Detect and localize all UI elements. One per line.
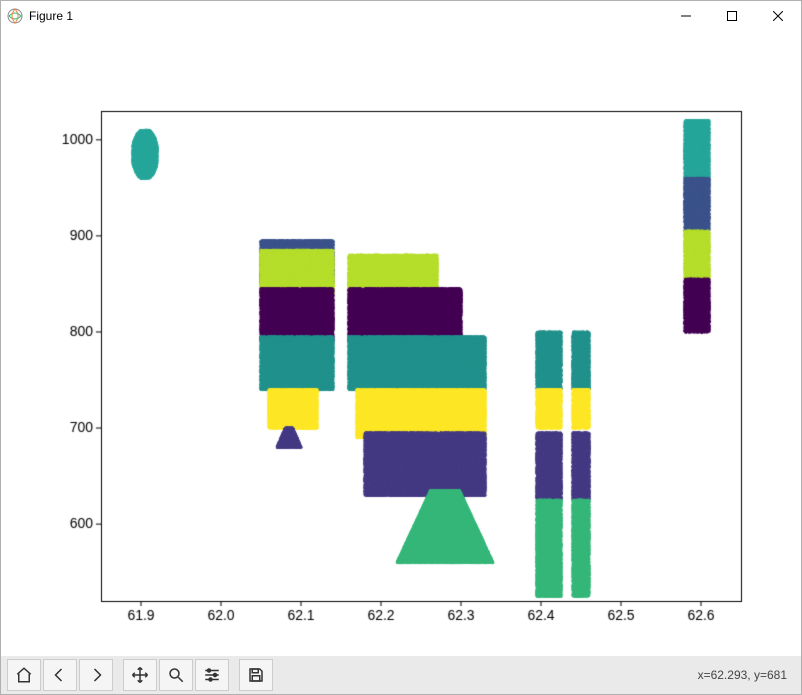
scatter-plot[interactable] bbox=[1, 31, 801, 656]
back-button[interactable] bbox=[43, 659, 77, 691]
close-button[interactable] bbox=[755, 1, 801, 31]
pan-button[interactable] bbox=[123, 659, 157, 691]
minimize-button[interactable] bbox=[663, 1, 709, 31]
zoom-button[interactable] bbox=[159, 659, 193, 691]
save-button[interactable] bbox=[239, 659, 273, 691]
maximize-button[interactable] bbox=[709, 1, 755, 31]
app-window: Figure 1 bbox=[0, 0, 802, 695]
cursor-coordinates: x=62.293, y=681 bbox=[698, 668, 795, 682]
title-bar: Figure 1 bbox=[1, 1, 801, 31]
window-title: Figure 1 bbox=[29, 9, 73, 23]
forward-button[interactable] bbox=[79, 659, 113, 691]
home-button[interactable] bbox=[7, 659, 41, 691]
configure-button[interactable] bbox=[195, 659, 229, 691]
figure-area bbox=[1, 31, 801, 655]
app-icon bbox=[7, 8, 23, 24]
navigation-toolbar: x=62.293, y=681 bbox=[1, 655, 801, 694]
